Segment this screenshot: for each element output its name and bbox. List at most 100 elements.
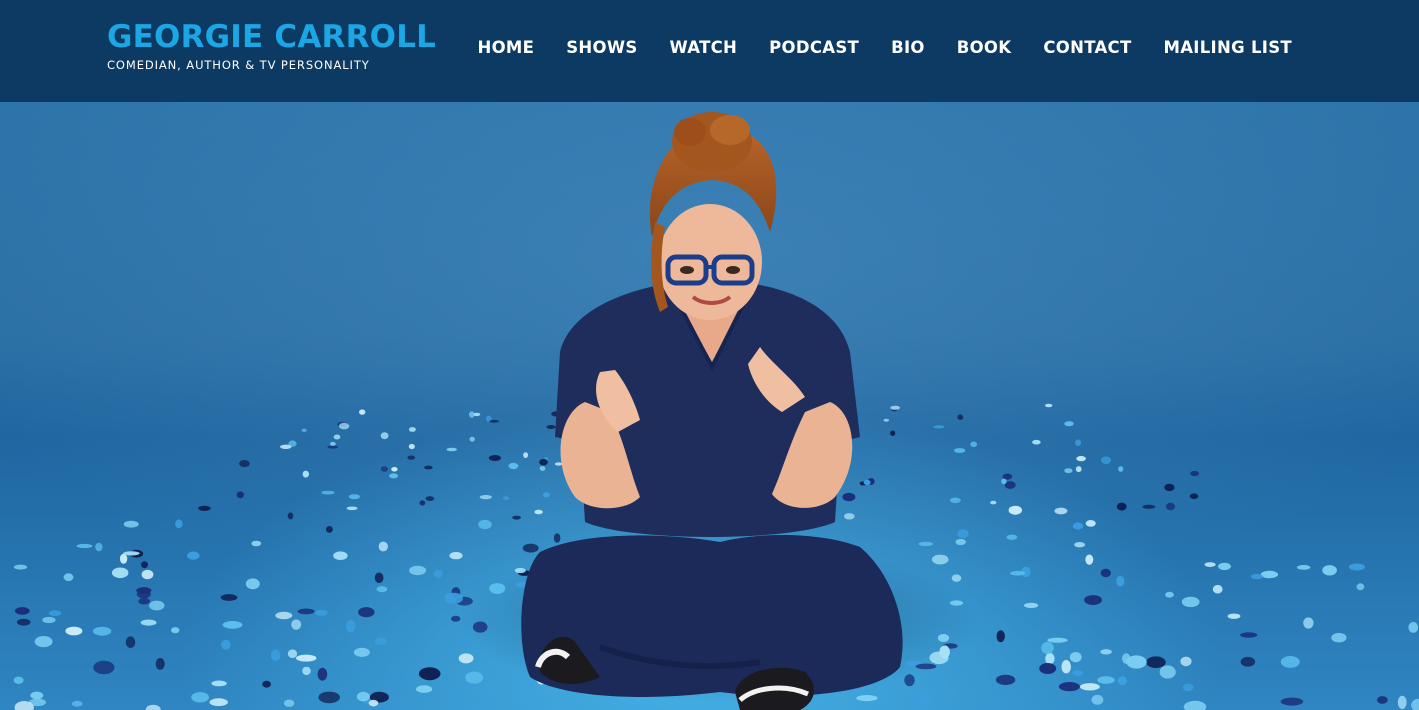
confetti-piece — [92, 626, 112, 636]
confetti-piece — [1165, 591, 1174, 598]
confetti-piece — [191, 692, 210, 703]
confetti-piece — [856, 695, 878, 702]
confetti-piece — [937, 634, 950, 642]
confetti-piece — [1204, 562, 1216, 567]
confetti-piece — [489, 583, 506, 594]
confetti-piece — [950, 600, 963, 606]
hero-photo — [0, 102, 1419, 710]
confetti-piece — [479, 495, 492, 500]
confetti-piece — [1322, 565, 1337, 576]
confetti-piece — [301, 428, 307, 432]
confetti-piece — [380, 466, 388, 472]
confetti-piece — [1010, 570, 1026, 576]
confetti-piece — [1100, 568, 1112, 578]
confetti-piece — [1159, 665, 1176, 679]
nav-contact[interactable]: CONTACT — [1043, 38, 1131, 57]
confetti-piece — [1032, 439, 1041, 445]
confetti-piece — [1116, 575, 1125, 587]
confetti-piece — [236, 491, 244, 499]
confetti-piece — [65, 626, 83, 636]
confetti-piece — [1164, 483, 1175, 492]
confetti-piece — [1165, 502, 1176, 511]
confetti-piece — [1348, 563, 1365, 571]
confetti-piece — [220, 594, 238, 601]
confetti-piece — [378, 541, 388, 552]
confetti-piece — [209, 698, 228, 707]
confetti-piece — [1331, 632, 1347, 643]
confetti-piece — [136, 587, 152, 594]
confetti-piece — [446, 447, 457, 452]
confetti-piece — [488, 455, 501, 461]
confetti-piece — [890, 405, 900, 410]
nav-bio[interactable]: BIO — [891, 38, 925, 57]
confetti-piece — [1296, 565, 1311, 570]
confetti-piece — [1101, 456, 1111, 465]
confetti-piece — [374, 637, 388, 646]
confetti-piece — [1280, 697, 1304, 706]
confetti-piece — [553, 533, 561, 543]
confetti-piece — [280, 444, 292, 449]
confetti-piece — [955, 538, 966, 546]
confetti-piece — [465, 671, 484, 684]
confetti-piece — [1397, 695, 1407, 710]
confetti-piece — [171, 627, 180, 634]
confetti-piece — [1356, 583, 1365, 591]
confetti-piece — [957, 529, 969, 538]
confetti-piece — [929, 651, 949, 665]
site-logo[interactable]: GEORGIE CARROLL COMEDIAN, AUTHOR & TV PE… — [107, 18, 436, 72]
confetti-piece — [138, 597, 150, 605]
confetti-piece — [16, 618, 31, 626]
confetti-piece — [123, 520, 139, 528]
confetti-piece — [522, 543, 539, 553]
main-nav: HOME SHOWS WATCH PODCAST BIO BOOK CONTAC… — [477, 37, 1292, 59]
confetti-piece — [995, 674, 1016, 686]
confetti-piece — [211, 680, 227, 687]
confetti-piece — [546, 425, 556, 429]
nav-watch[interactable]: WATCH — [670, 38, 738, 57]
confetti-piece — [407, 455, 416, 460]
confetti-piece — [1041, 641, 1054, 655]
confetti-piece — [1218, 562, 1231, 571]
confetti-piece — [287, 649, 298, 658]
confetti-piece — [1045, 403, 1053, 408]
confetti-piece — [554, 462, 563, 466]
confetti-piece — [1303, 617, 1314, 629]
nav-mailing-list[interactable]: MAILING LIST — [1164, 38, 1292, 57]
confetti-piece — [914, 696, 929, 705]
confetti-piece — [1250, 573, 1264, 580]
confetti-piece — [970, 441, 978, 448]
confetti-piece — [245, 578, 260, 590]
confetti-piece — [353, 647, 370, 658]
confetti-piece — [321, 490, 335, 495]
nav-podcast[interactable]: PODCAST — [769, 38, 859, 57]
confetti-piece — [990, 500, 997, 505]
confetti-piece — [251, 540, 262, 547]
confetti-piece — [1064, 421, 1074, 427]
confetti-piece — [424, 465, 433, 470]
confetti-piece — [1085, 520, 1096, 527]
confetti-piece — [1190, 470, 1199, 477]
nav-home[interactable]: HOME — [477, 38, 534, 57]
confetti-piece — [315, 609, 328, 616]
confetti-piece — [1024, 602, 1039, 608]
confetti-piece — [93, 660, 115, 675]
confetti-piece — [302, 470, 309, 478]
confetti-piece — [408, 443, 415, 450]
confetti-piece — [175, 519, 183, 529]
confetti-piece — [291, 619, 302, 630]
confetti-piece — [1260, 570, 1279, 579]
confetti-piece — [957, 414, 964, 421]
confetti-piece — [1180, 656, 1192, 667]
confetti-piece — [543, 492, 550, 498]
confetti-piece — [1064, 468, 1073, 474]
nav-shows[interactable]: SHOWS — [566, 38, 637, 57]
confetti-piece — [1084, 595, 1102, 605]
confetti-piece — [489, 420, 500, 423]
confetti-piece — [198, 505, 211, 511]
confetti-piece — [918, 541, 934, 547]
confetti-piece — [125, 636, 136, 648]
nav-book[interactable]: BOOK — [957, 38, 1012, 57]
confetti-piece — [1116, 502, 1127, 511]
confetti-piece — [13, 676, 24, 684]
confetti-piece — [1074, 542, 1085, 548]
